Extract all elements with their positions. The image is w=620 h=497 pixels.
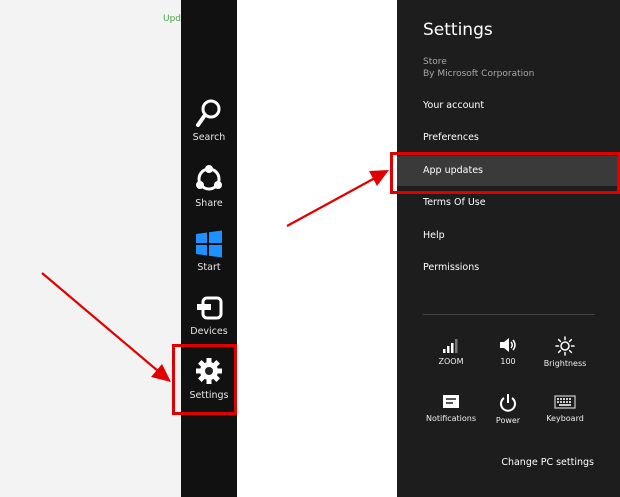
charm-search[interactable]: Search xyxy=(181,98,237,143)
search-icon xyxy=(196,99,221,127)
charm-search-label: Search xyxy=(192,132,226,143)
volume-icon xyxy=(500,338,516,352)
charm-devices[interactable]: Devices xyxy=(181,296,237,337)
charm-start-label: Start xyxy=(197,262,221,273)
quick-setting-volume[interactable]: 100 xyxy=(478,336,538,366)
settings-charm-highlight-box xyxy=(172,344,237,415)
menu-item-preferences[interactable]: Preferences xyxy=(397,123,620,153)
settings-panel: Settings Store By Microsoft Corporation … xyxy=(397,0,620,497)
brightness-icon xyxy=(555,336,575,356)
quick-setting-volume-label: 100 xyxy=(500,357,516,366)
notifications-icon xyxy=(443,395,459,408)
menu-item-your-account[interactable]: Your account xyxy=(397,91,620,121)
menu-item-help[interactable]: Help xyxy=(397,221,620,251)
panel-title: Settings xyxy=(423,20,493,40)
quick-setting-keyboard-label: Keyboard xyxy=(546,414,584,423)
keyboard-icon xyxy=(554,395,576,409)
quick-setting-brightness-label: Brightness xyxy=(543,359,587,368)
devices-icon xyxy=(197,296,223,320)
quick-setting-brightness[interactable]: Brightness xyxy=(535,336,595,368)
app-name: Store xyxy=(423,57,447,67)
arrow-to-settings xyxy=(41,272,171,382)
menu-item-permissions[interactable]: Permissions xyxy=(397,253,620,283)
charm-start[interactable]: Start xyxy=(181,230,237,273)
app-updates-highlight-box xyxy=(390,152,620,194)
quick-setting-power-label: Power xyxy=(495,416,521,425)
quick-setting-notifications[interactable]: Notifications xyxy=(421,393,481,423)
panel-divider xyxy=(423,314,595,315)
quick-setting-keyboard[interactable]: Keyboard xyxy=(535,393,595,423)
quick-setting-network[interactable]: ZOOM xyxy=(421,336,481,366)
change-pc-settings-link[interactable]: Change PC settings xyxy=(501,457,594,468)
charm-devices-label: Devices xyxy=(190,326,228,337)
charms-bar: Search Share Start Devices Settings xyxy=(181,0,237,497)
background-update-text: Upd xyxy=(163,14,182,24)
content-gap xyxy=(237,0,397,497)
power-icon xyxy=(500,394,516,412)
app-publisher: By Microsoft Corporation xyxy=(423,69,535,79)
share-icon xyxy=(196,165,222,191)
windows-logo-icon xyxy=(196,230,222,258)
charm-share[interactable]: Share xyxy=(181,164,237,209)
charm-share-label: Share xyxy=(195,198,223,209)
quick-setting-power[interactable]: Power xyxy=(478,393,538,425)
quick-setting-network-label: ZOOM xyxy=(438,357,464,366)
network-signal-icon xyxy=(443,339,458,353)
quick-setting-notifications-label: Notifications xyxy=(425,414,477,423)
